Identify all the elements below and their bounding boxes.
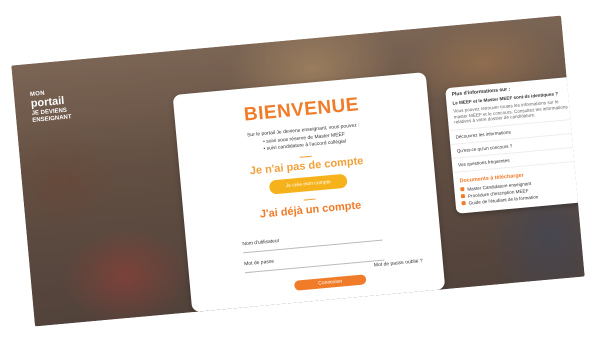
password-field[interactable]: Mot de passe — [244, 249, 385, 274]
chevron-down-icon: ⌄ — [571, 123, 577, 130]
chevron-up-icon[interactable]: ⌃ — [568, 81, 573, 87]
has-account-heading: J'ai déjà un compte — [259, 199, 362, 221]
divider — [299, 155, 312, 158]
download-icon — [460, 187, 465, 192]
welcome-title: BIENVENUE — [243, 94, 360, 126]
portal-logo[interactable]: MON portail JE DEVIENS ENSEIGNANT — [30, 88, 72, 124]
welcome-card: BIENVENUE Sur le portail Je deviens ense… — [172, 72, 446, 313]
chevron-down-icon: ⌄ — [572, 137, 578, 144]
username-label: Nom d'utilisateur — [242, 237, 280, 248]
download-icon — [461, 200, 466, 206]
accordion-label: Vos questions fréquentes — [457, 157, 510, 167]
info-panel: Plus d'informations sur : ⌃ Le MEEF et l… — [445, 76, 585, 214]
download-icon — [460, 193, 466, 199]
login-button[interactable]: Connexion — [293, 274, 367, 291]
accordion-label: Qu'est-ce qu'un concours ? — [456, 142, 513, 154]
screenshot-frame: MON portail JE DEVIENS ENSEIGNANT BIENVE… — [11, 15, 585, 327]
password-label: Mot de passe — [243, 258, 275, 268]
divider — [303, 198, 316, 201]
accordion-label: Découvrez les informations — [455, 129, 511, 140]
create-account-button[interactable]: Je crée mon compte — [269, 173, 348, 195]
